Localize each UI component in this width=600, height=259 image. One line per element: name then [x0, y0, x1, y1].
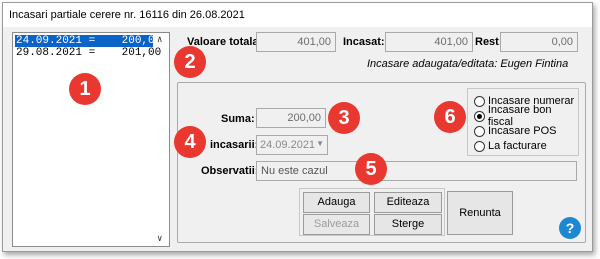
amount-label: Suma: [221, 113, 255, 125]
list-scrollbar[interactable]: ∧ ∨ [154, 33, 169, 246]
radio-invoicing[interactable]: La facturare [474, 139, 547, 153]
total-value-field: 401,00 [256, 32, 336, 52]
payment-date-label: incasarii: [210, 139, 259, 151]
annotation-badge: 3 [328, 102, 360, 134]
chevron-down-icon[interactable]: ∨ [157, 234, 162, 244]
list-item[interactable]: 24.09.2021 = 200,00 [15, 35, 161, 47]
help-icon[interactable]: ? [559, 217, 581, 239]
notes-field[interactable]: Nu este cazul [256, 161, 577, 181]
rest-field: 0,00 [500, 32, 578, 52]
cashed-field: 401,00 [385, 32, 473, 52]
window-title: Incasari partiale cerere nr. 16116 din 2… [3, 3, 592, 27]
radio-invoicing-label: La facturare [488, 140, 547, 152]
radio-invoicing-dot[interactable] [474, 140, 485, 152]
add-button[interactable]: Adauga [303, 192, 370, 213]
total-value-label: Valoare totala: [187, 36, 263, 48]
payment-method-group: Incasare numerar Incasare bon fiscal Inc… [467, 88, 579, 156]
annotation-badge: 6 [434, 101, 466, 133]
radio-pos-dot[interactable] [474, 125, 485, 137]
radio-fiscal-receipt-dot[interactable] [474, 110, 485, 122]
cashed-label: Incasat: [343, 36, 385, 48]
list-item[interactable]: 29.08.2021 = 201,00 [15, 47, 161, 59]
amount-field[interactable]: 200,00 [256, 108, 326, 128]
chevron-up-icon[interactable]: ∧ [157, 35, 162, 45]
notes-label: Observatii: [201, 165, 259, 177]
payments-list[interactable]: 24.09.2021 = 200,00 29.08.2021 = 201,00 … [12, 32, 170, 247]
payment-date-value: 24.09.2021 [260, 139, 316, 151]
payment-date-picker[interactable]: 24.09.2021 ▼ [256, 135, 328, 155]
edit-button[interactable]: Editeaza [374, 192, 442, 213]
radio-pos-label: Incasare POS [488, 125, 557, 137]
annotation-badge: 4 [174, 126, 206, 158]
delete-button[interactable]: Sterge [374, 214, 442, 235]
edited-by-info: Incasare adaugata/editata: Eugen Fintina [367, 58, 569, 70]
save-button[interactable]: Salveaza [303, 214, 370, 235]
dropdown-arrow-icon[interactable]: ▼ [316, 139, 324, 148]
annotation-badge: 5 [355, 153, 387, 185]
annotation-badge: 2 [174, 46, 206, 78]
radio-fiscal-receipt[interactable]: Incasare bon fiscal [474, 104, 578, 128]
rest-label: Rest: [475, 36, 503, 48]
radio-cash-dot[interactable] [474, 95, 485, 107]
radio-pos[interactable]: Incasare POS [474, 124, 556, 138]
annotation-badge: 1 [69, 73, 101, 105]
cancel-button[interactable]: Renunta [447, 191, 513, 235]
